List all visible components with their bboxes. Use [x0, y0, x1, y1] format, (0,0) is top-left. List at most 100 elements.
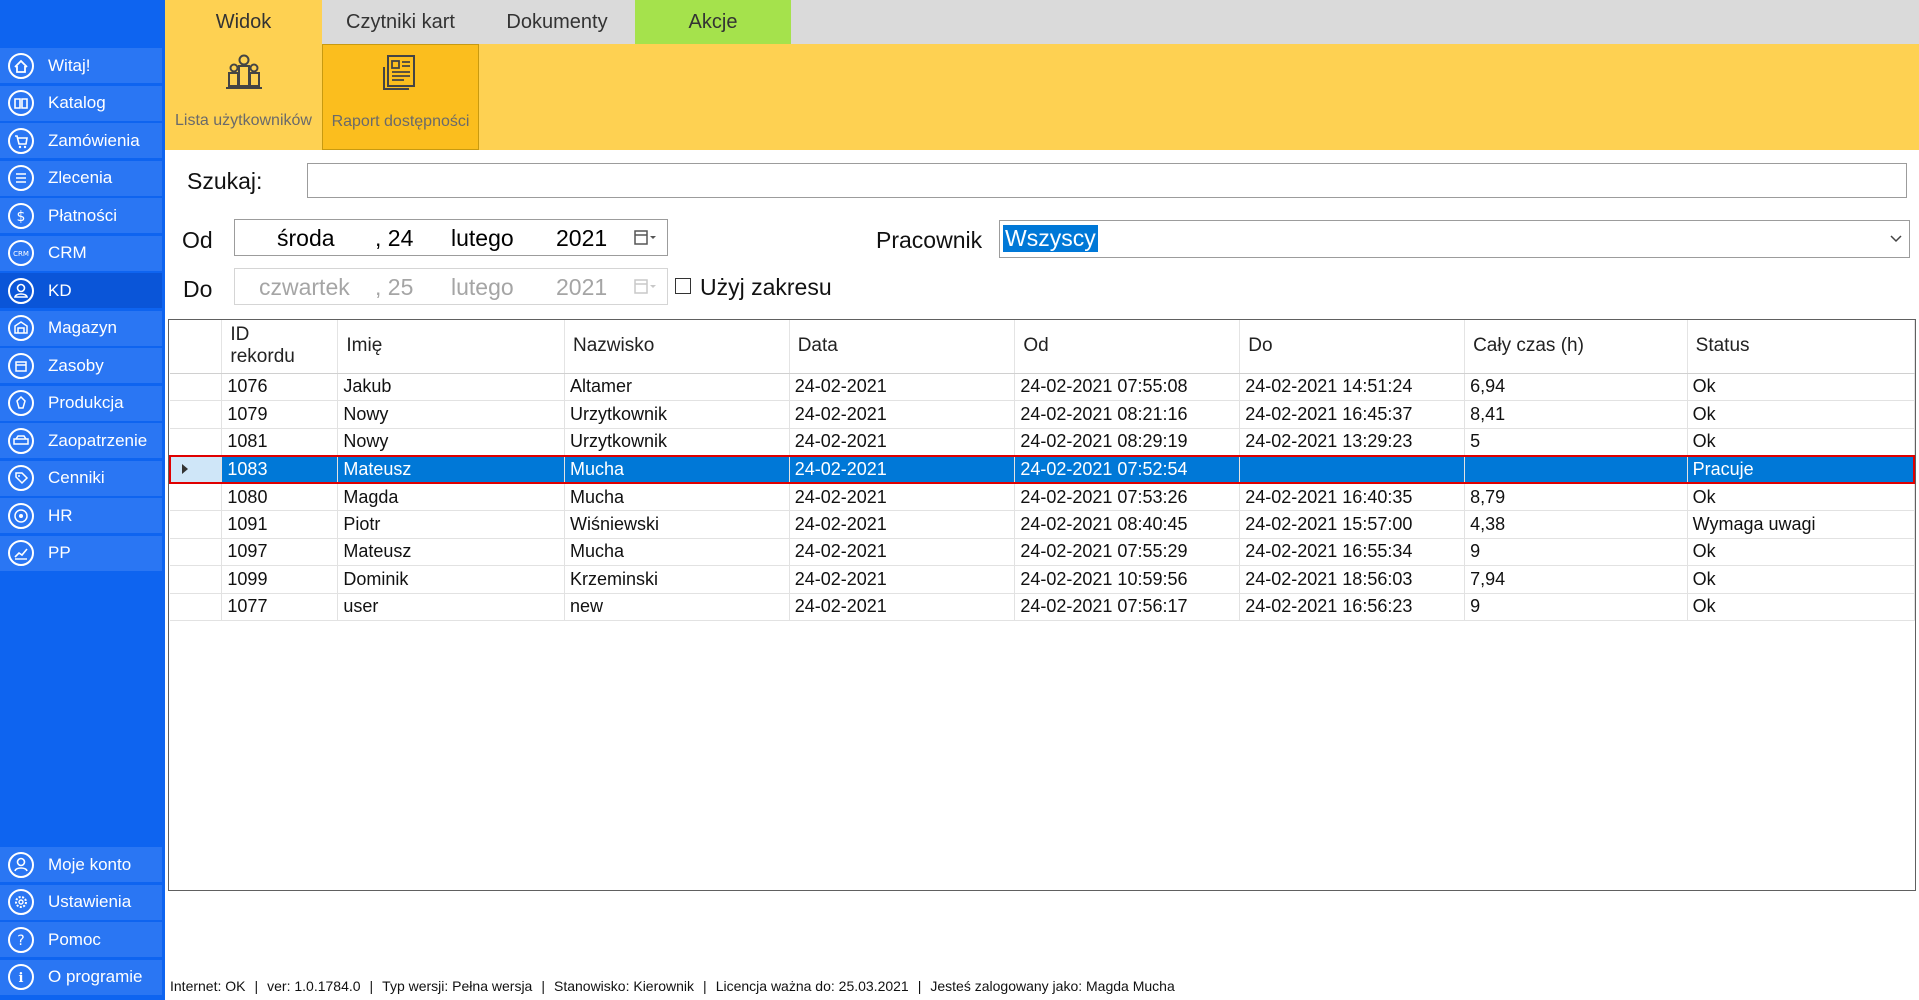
table-row[interactable]: 1083 Mateusz Mucha 24-02-2021 24-02-2021 07:…: [169, 454, 1915, 484]
cell-id[interactable]: 1081: [221, 428, 339, 456]
to-date-picker[interactable]: czwartek , 25 lutego 2021: [234, 268, 668, 305]
cell-last-name[interactable]: Wiśniewski: [564, 510, 790, 539]
sidebar-item-kd[interactable]: KD: [0, 273, 162, 308]
search-input[interactable]: [307, 163, 1907, 198]
cell-date[interactable]: 24-02-2021: [789, 593, 1016, 621]
row-header[interactable]: [170, 538, 223, 566]
cell-from[interactable]: 24-02-2021 10:59:56: [1014, 565, 1241, 594]
column-header-id[interactable]: ID rekordu: [221, 320, 339, 374]
cell-first-name[interactable]: Dominik: [337, 565, 565, 594]
cell-total-hours[interactable]: 9: [1464, 593, 1688, 621]
tab-czytniki-kart[interactable]: Czytniki kart: [322, 0, 479, 44]
cell-total-hours[interactable]: 9: [1464, 538, 1688, 566]
cell-last-name[interactable]: Altamer: [564, 373, 790, 401]
cell-id[interactable]: 1097: [221, 538, 339, 566]
cell-status[interactable]: Ok: [1687, 565, 1915, 594]
cell-first-name[interactable]: Magda: [337, 483, 565, 511]
cell-id[interactable]: 1077: [221, 593, 339, 621]
cell-last-name[interactable]: Krzeminski: [564, 565, 790, 594]
row-header[interactable]: [170, 373, 223, 401]
cell-date[interactable]: 24-02-2021: [789, 538, 1016, 566]
sidebar-item-platnosci[interactable]: $ Płatności: [0, 198, 162, 233]
sidebar-item-ustawienia[interactable]: Ustawienia: [0, 884, 162, 920]
sidebar-item-magazyn[interactable]: Magazyn: [0, 310, 162, 346]
cell-status[interactable]: Ok: [1687, 428, 1915, 456]
cell-last-name[interactable]: Mucha: [564, 454, 790, 484]
cell-status[interactable]: Ok: [1687, 400, 1915, 429]
cell-first-name[interactable]: Mateusz: [337, 538, 565, 566]
table-row[interactable]: 1097 Mateusz Mucha 24-02-2021 24-02-2021 07:…: [170, 538, 1915, 566]
cell-total-hours[interactable]: 4,38: [1464, 510, 1688, 539]
cell-status[interactable]: Wymaga uwagi: [1687, 510, 1915, 539]
cell-from[interactable]: 24-02-2021 07:55:29: [1014, 538, 1241, 566]
cell-date[interactable]: 24-02-2021: [789, 565, 1016, 594]
row-header[interactable]: [170, 593, 223, 621]
table-row[interactable]: 1091 Piotr Wiśniewski 24-02-2021 24-02-2021 …: [170, 510, 1915, 539]
cell-to[interactable]: [1239, 454, 1466, 484]
table-row[interactable]: 1099 Dominik Krzeminski 24-02-2021 24-02-202…: [170, 565, 1915, 594]
cell-id[interactable]: 1091: [221, 510, 339, 539]
cell-last-name[interactable]: Urzytkownik: [564, 428, 790, 456]
cell-date[interactable]: 24-02-2021: [789, 400, 1016, 429]
cell-last-name[interactable]: Mucha: [564, 483, 790, 511]
cell-total-hours[interactable]: 7,94: [1464, 565, 1688, 594]
sidebar-item-zasoby[interactable]: Zasoby: [0, 348, 162, 383]
sidebar-item-crm[interactable]: CRM CRM: [0, 235, 162, 271]
cell-from[interactable]: 24-02-2021 07:56:17: [1014, 593, 1241, 621]
table-row[interactable]: 1081 Nowy Urzytkownik 24-02-2021 24-02-2021 …: [170, 428, 1915, 456]
users-list-button[interactable]: Lista użytkowników: [165, 44, 322, 150]
cell-total-hours[interactable]: 8,79: [1464, 483, 1688, 511]
cell-from[interactable]: 24-02-2021 08:40:45: [1014, 510, 1241, 539]
sidebar-item-zaopatrzenie[interactable]: Zaopatrzenie: [0, 423, 162, 458]
sidebar-item-o-programie[interactable]: i O programie: [0, 959, 162, 995]
cell-id[interactable]: 1083: [221, 454, 339, 484]
cell-first-name[interactable]: Piotr: [337, 510, 565, 539]
calendar-dropdown-icon[interactable]: [633, 277, 659, 297]
cell-date[interactable]: 24-02-2021: [789, 483, 1016, 511]
row-header[interactable]: [169, 454, 223, 484]
cell-to[interactable]: 24-02-2021 15:57:00: [1239, 510, 1466, 539]
sidebar-item-witaj[interactable]: Witaj!: [0, 48, 162, 83]
cell-status[interactable]: Ok: [1687, 483, 1915, 511]
cell-id[interactable]: 1080: [221, 483, 339, 511]
cell-from[interactable]: 24-02-2021 07:55:08: [1014, 373, 1241, 401]
cell-total-hours[interactable]: [1464, 454, 1688, 484]
tab-widok[interactable]: Widok: [165, 0, 322, 44]
availability-report-button[interactable]: Raport dostępności: [322, 44, 479, 150]
row-header[interactable]: [170, 400, 223, 429]
column-header-last-name[interactable]: Nazwisko: [564, 320, 790, 374]
column-header-from[interactable]: Od: [1014, 320, 1241, 374]
sidebar-item-moje-konto[interactable]: Moje konto: [0, 847, 162, 882]
sidebar-item-zlecenia[interactable]: Zlecenia: [0, 160, 162, 196]
table-row[interactable]: 1080 Magda Mucha 24-02-2021 24-02-2021 07:53…: [170, 483, 1915, 511]
cell-first-name[interactable]: Jakub: [337, 373, 565, 401]
cell-first-name[interactable]: Mateusz: [337, 454, 565, 484]
cell-to[interactable]: 24-02-2021 13:29:23: [1239, 428, 1466, 456]
cell-last-name[interactable]: Mucha: [564, 538, 790, 566]
records-grid[interactable]: ID rekordu Imię Nazwisko Data Od Do Cały…: [168, 319, 1916, 891]
row-header[interactable]: [170, 565, 223, 594]
cell-to[interactable]: 24-02-2021 16:56:23: [1239, 593, 1466, 621]
cell-to[interactable]: 24-02-2021 16:40:35: [1239, 483, 1466, 511]
cell-total-hours[interactable]: 8,41: [1464, 400, 1688, 429]
sidebar-item-pomoc[interactable]: ? Pomoc: [0, 922, 162, 957]
row-header[interactable]: [170, 428, 223, 456]
cell-to[interactable]: 24-02-2021 14:51:24: [1239, 373, 1466, 401]
table-row[interactable]: 1076 Jakub Altamer 24-02-2021 24-02-2021 07:…: [170, 373, 1915, 401]
cell-first-name[interactable]: Nowy: [337, 400, 565, 429]
cell-from[interactable]: 24-02-2021 08:29:19: [1014, 428, 1241, 456]
cell-to[interactable]: 24-02-2021 16:55:34: [1239, 538, 1466, 566]
table-row[interactable]: 1079 Nowy Urzytkownik 24-02-2021 24-02-2021 …: [170, 400, 1915, 429]
cell-date[interactable]: 24-02-2021: [789, 510, 1016, 539]
cell-to[interactable]: 24-02-2021 18:56:03: [1239, 565, 1466, 594]
column-header-date[interactable]: Data: [789, 320, 1016, 374]
sidebar-item-katalog[interactable]: Katalog: [0, 85, 162, 121]
cell-date[interactable]: 24-02-2021: [789, 454, 1016, 484]
cell-id[interactable]: 1076: [221, 373, 339, 401]
cell-from[interactable]: 24-02-2021 07:52:54: [1014, 454, 1241, 484]
cell-date[interactable]: 24-02-2021: [789, 373, 1016, 401]
row-header[interactable]: [170, 510, 223, 539]
cell-total-hours[interactable]: 5: [1464, 428, 1688, 456]
sidebar-item-pp[interactable]: PP: [0, 535, 162, 571]
cell-status[interactable]: Ok: [1687, 593, 1915, 621]
